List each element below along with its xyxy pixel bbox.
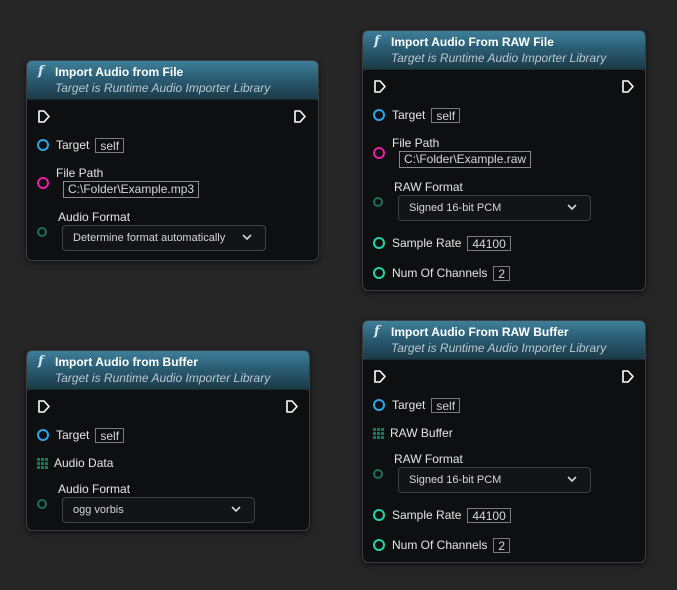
node-subtitle: Target is Runtime Audio Importer Library xyxy=(391,341,607,355)
node-subtitle: Target is Runtime Audio Importer Library xyxy=(55,81,271,95)
chevron-down-icon xyxy=(567,204,577,211)
int-pin-icon[interactable] xyxy=(373,539,385,551)
exec-out-pin-icon[interactable] xyxy=(286,400,298,413)
node-title: Import Audio from File xyxy=(55,65,184,79)
num-channels-pin-row[interactable]: Num Of Channels 2 xyxy=(373,535,511,555)
num-channels-label: Num Of Channels xyxy=(392,538,488,552)
target-value: self xyxy=(431,397,461,413)
sample-rate-pin-row[interactable]: Sample Rate 44100 xyxy=(373,233,511,253)
raw-format-value: Signed 16-bit PCM xyxy=(409,202,502,214)
array-pin-icon[interactable] xyxy=(373,427,384,439)
raw-buffer-pin-row[interactable]: RAW Buffer xyxy=(373,423,453,443)
raw-format-label: RAW Format xyxy=(394,180,463,194)
target-value: self xyxy=(95,137,125,153)
node-import-audio-from-raw-buffer[interactable]: f Import Audio From RAW Buffer Target is… xyxy=(362,320,646,563)
num-channels-input[interactable]: 2 xyxy=(493,265,511,281)
target-pin-row[interactable]: Target self xyxy=(373,105,461,125)
raw-format-pin-row[interactable] xyxy=(373,192,390,212)
raw-format-label: RAW Format xyxy=(394,452,463,466)
node-subtitle: Target is Runtime Audio Importer Library xyxy=(55,371,271,385)
enum-pin-icon[interactable] xyxy=(373,197,383,207)
file-path-label: File Path xyxy=(392,136,440,150)
num-channels-label: Num Of Channels xyxy=(392,266,488,280)
num-channels-input[interactable]: 2 xyxy=(493,537,511,553)
target-pin-row[interactable]: Target self xyxy=(37,425,125,445)
chevron-down-icon xyxy=(231,506,241,513)
sample-rate-pin-row[interactable]: Sample Rate 44100 xyxy=(373,505,511,525)
file-path-label: File Path xyxy=(56,166,104,180)
audio-data-pin-row[interactable]: Audio Data xyxy=(37,453,113,473)
object-pin-icon[interactable] xyxy=(37,139,49,151)
sample-rate-label: Sample Rate xyxy=(392,236,462,250)
audio-format-label: Audio Format xyxy=(58,482,131,496)
node-title: Import Audio From RAW Buffer xyxy=(391,325,569,339)
target-label: Target xyxy=(56,428,90,442)
function-icon: f xyxy=(38,64,44,79)
target-value: self xyxy=(431,107,461,123)
exec-out-pin-icon[interactable] xyxy=(622,370,634,383)
node-title: Import Audio from Buffer xyxy=(55,355,198,369)
target-label: Target xyxy=(392,398,426,412)
target-pin-row[interactable]: Target self xyxy=(373,395,461,415)
audio-format-pin-row[interactable] xyxy=(37,222,54,242)
raw-format-dropdown[interactable]: Signed 16-bit PCM xyxy=(398,467,591,493)
node-import-audio-from-file[interactable]: f Import Audio from File Target is Runti… xyxy=(26,60,319,261)
audio-format-pin-row[interactable] xyxy=(37,494,54,514)
raw-format-value: Signed 16-bit PCM xyxy=(409,474,502,486)
function-icon: f xyxy=(374,324,380,339)
node-import-audio-from-buffer[interactable]: f Import Audio from Buffer Target is Run… xyxy=(26,350,310,531)
sample-rate-input[interactable]: 44100 xyxy=(467,235,511,251)
node-title: Import Audio From RAW File xyxy=(391,35,554,49)
node-subtitle: Target is Runtime Audio Importer Library xyxy=(391,51,607,65)
chevron-down-icon xyxy=(242,234,252,241)
exec-in-pin-icon[interactable] xyxy=(38,110,50,123)
enum-pin-icon[interactable] xyxy=(373,469,383,479)
exec-in-pin-icon[interactable] xyxy=(374,80,386,93)
target-value: self xyxy=(95,427,125,443)
chevron-down-icon xyxy=(567,476,577,483)
string-pin-icon[interactable] xyxy=(373,147,385,159)
exec-in-pin-icon[interactable] xyxy=(38,400,50,413)
file-path-input[interactable]: C:\Folder\Example.raw xyxy=(399,151,532,168)
file-path-input[interactable]: C:\Folder\Example.mp3 xyxy=(63,181,200,198)
sample-rate-input[interactable]: 44100 xyxy=(467,507,511,523)
object-pin-icon[interactable] xyxy=(373,399,385,411)
node-import-audio-from-raw-file[interactable]: f Import Audio From RAW File Target is R… xyxy=(362,30,646,291)
array-pin-icon[interactable] xyxy=(37,457,48,469)
exec-out-pin-icon[interactable] xyxy=(622,80,634,93)
sample-rate-label: Sample Rate xyxy=(392,508,462,522)
target-pin-row[interactable]: Target self xyxy=(37,135,125,155)
function-icon: f xyxy=(374,34,380,49)
object-pin-icon[interactable] xyxy=(373,109,385,121)
exec-in-pin-icon[interactable] xyxy=(374,370,386,383)
enum-pin-icon[interactable] xyxy=(37,499,47,509)
raw-format-pin-row[interactable] xyxy=(373,464,390,484)
raw-buffer-label: RAW Buffer xyxy=(390,426,453,440)
num-channels-pin-row[interactable]: Num Of Channels 2 xyxy=(373,263,511,283)
int-pin-icon[interactable] xyxy=(373,267,385,279)
target-label: Target xyxy=(392,108,426,122)
raw-format-dropdown[interactable]: Signed 16-bit PCM xyxy=(398,195,591,221)
audio-format-value: Determine format automatically xyxy=(73,232,226,244)
int-pin-icon[interactable] xyxy=(373,509,385,521)
audio-format-dropdown[interactable]: ogg vorbis xyxy=(62,497,255,523)
function-icon: f xyxy=(38,354,44,369)
audio-format-value: ogg vorbis xyxy=(73,504,124,516)
audio-format-dropdown[interactable]: Determine format automatically xyxy=(62,225,266,251)
node-header[interactable]: f Import Audio From RAW File Target is R… xyxy=(363,31,645,70)
node-header[interactable]: f Import Audio from File Target is Runti… xyxy=(27,61,318,100)
int-pin-icon[interactable] xyxy=(373,237,385,249)
node-header[interactable]: f Import Audio From RAW Buffer Target is… xyxy=(363,321,645,360)
object-pin-icon[interactable] xyxy=(37,429,49,441)
target-label: Target xyxy=(56,138,90,152)
exec-out-pin-icon[interactable] xyxy=(294,110,306,123)
enum-pin-icon[interactable] xyxy=(37,227,47,237)
audio-format-label: Audio Format xyxy=(58,210,131,224)
string-pin-icon[interactable] xyxy=(37,177,49,189)
audio-data-label: Audio Data xyxy=(54,456,114,470)
node-header[interactable]: f Import Audio from Buffer Target is Run… xyxy=(27,351,309,390)
